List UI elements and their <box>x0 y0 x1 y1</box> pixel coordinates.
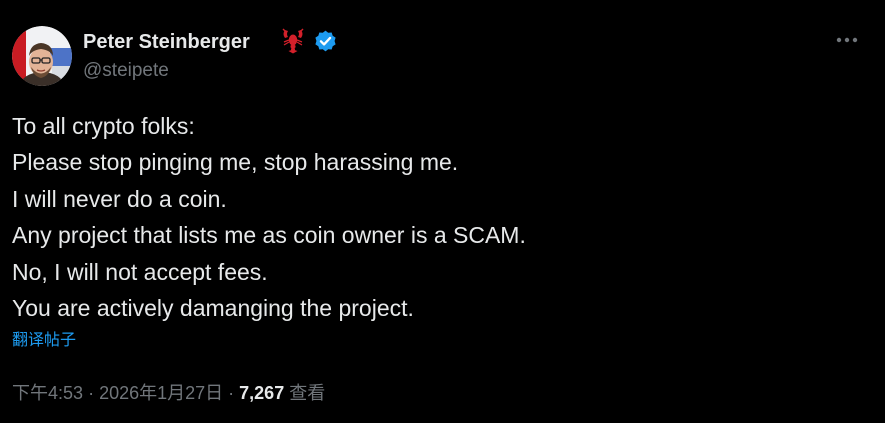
lobster-icon <box>280 27 306 55</box>
views-count: 7,267 <box>239 383 285 403</box>
meta-separator: · <box>88 383 100 403</box>
meta-separator: · <box>228 383 240 403</box>
tweet-text-line: Any project that lists me as coin owner … <box>12 222 526 249</box>
tweet-text-line: No, I will not accept fees. <box>12 258 268 285</box>
translate-post-link[interactable]: 翻译帖子 <box>12 329 76 353</box>
tweet-metadata: 下午4:53 · 2026年1月27日 · 7,267 查看 <box>12 378 325 408</box>
tweet-card: Peter Steinberger @steipete To all crypt <box>0 0 885 423</box>
tweet-text: To all crypto folks: Please stop pinging… <box>12 108 872 326</box>
more-horizontal-icon <box>836 37 858 43</box>
author-handle[interactable]: @steipete <box>83 57 169 85</box>
avatar[interactable] <box>12 26 72 86</box>
avatar-image <box>12 26 72 86</box>
tweet-time[interactable]: 下午4:53 <box>12 383 83 403</box>
tweet-text-line: To all crypto folks: <box>12 113 195 139</box>
views-label: 查看 <box>289 383 326 403</box>
verified-badge-icon[interactable] <box>313 29 338 54</box>
tweet-text-line: Please stop pinging me, stop harassing m… <box>12 149 459 176</box>
author-display-name[interactable]: Peter Steinberger <box>83 27 250 57</box>
tweet-text-line: I will never do a coin. <box>12 185 227 212</box>
tweet-text-line: You are actively damanging the project. <box>12 295 414 322</box>
tweet-date[interactable]: 2026年1月27日 <box>99 383 223 403</box>
more-options-button[interactable] <box>828 24 866 56</box>
